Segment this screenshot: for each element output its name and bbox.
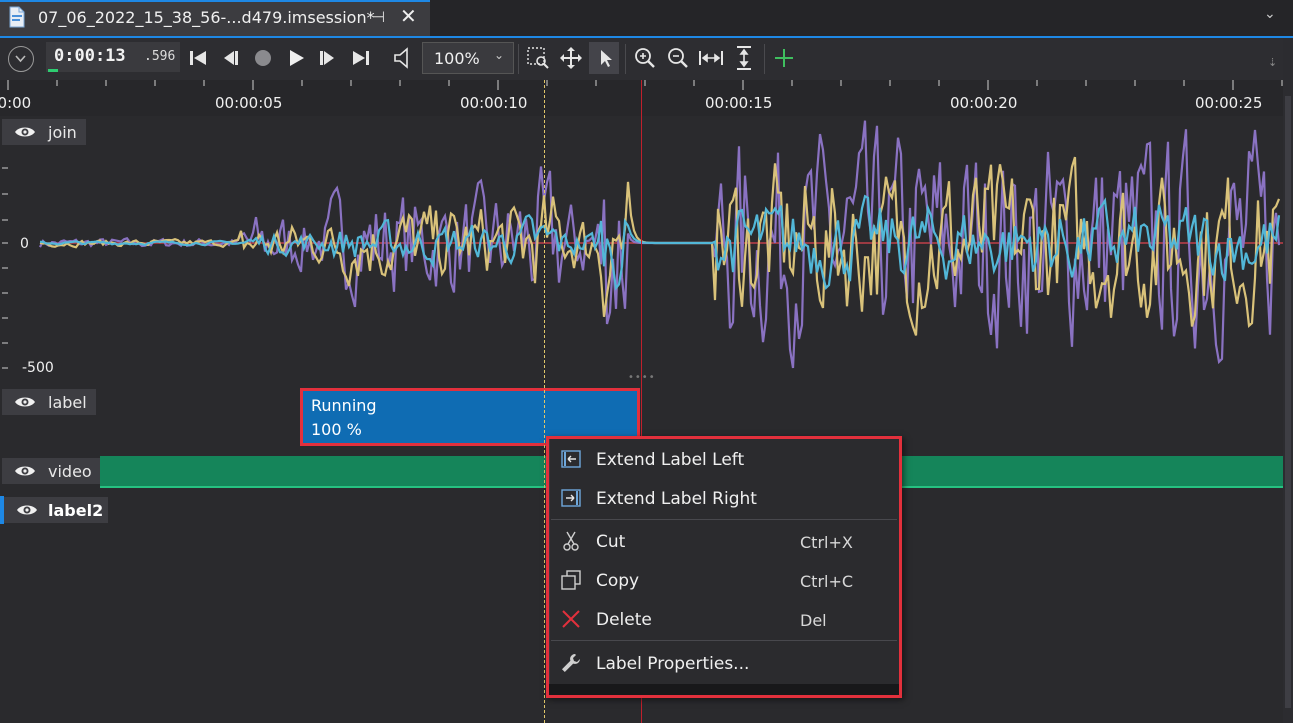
tab-title: 07_06_2022_15_38_56-...d479.imsession* — [38, 8, 375, 27]
extend-left-icon — [561, 450, 581, 468]
toolbar-separator — [518, 44, 519, 74]
extend-right-icon — [561, 489, 581, 507]
zoom-in-icon[interactable] — [631, 44, 659, 72]
scissors-icon — [563, 531, 579, 551]
step-back-icon[interactable] — [216, 44, 244, 72]
eye-icon[interactable] — [14, 124, 36, 140]
play-icon[interactable] — [282, 44, 310, 72]
track-name-label2: label2 — [48, 501, 104, 520]
zoom-out-icon[interactable] — [664, 44, 692, 72]
menu-item-extend-label-left[interactable]: Extend Label Left — [596, 450, 744, 470]
track-name-join: join — [48, 123, 77, 142]
copy-icon — [561, 570, 581, 590]
file-icon — [9, 6, 25, 28]
zoom-value: 100% — [434, 49, 480, 68]
signal-series-yellow — [39, 156, 1281, 336]
collapse-icon[interactable] — [8, 46, 34, 72]
ruler-tick-label: 00:00:25 — [1195, 94, 1263, 112]
ruler-tick-label: 00:00 — [0, 94, 32, 112]
step-forward-icon[interactable] — [314, 44, 342, 72]
menu-item-copy[interactable]: Copy — [596, 571, 639, 591]
time-main: 0:00:13 — [54, 46, 126, 66]
menu-separator — [551, 640, 897, 641]
context-menu-footer — [549, 684, 899, 695]
menu-item-label-properties[interactable]: Label Properties... — [596, 654, 749, 674]
volume-icon[interactable] — [389, 44, 417, 72]
menu-item-delete[interactable]: Delete — [596, 610, 652, 630]
skip-start-icon[interactable] — [184, 44, 212, 72]
fit-width-icon[interactable] — [697, 44, 725, 72]
record-icon[interactable] — [249, 44, 277, 72]
pointer-icon[interactable] — [591, 44, 619, 72]
eye-icon[interactable] — [16, 502, 38, 518]
time-milliseconds: .596 — [144, 49, 176, 64]
label-segment-confidence: 100 % — [311, 420, 362, 439]
toolbar-separator — [625, 44, 626, 74]
menu-item-extend-label-right[interactable]: Extend Label Right — [596, 489, 757, 509]
y-axis-zero-label: 0 — [20, 236, 29, 252]
menu-separator — [551, 519, 897, 520]
shortcut-delete: Del — [800, 611, 827, 630]
playback-cursor[interactable] — [544, 80, 545, 723]
chevron-down-icon: ⌄ — [494, 48, 505, 62]
add-icon[interactable] — [770, 44, 798, 72]
pin-icon[interactable]: ⊣ — [372, 8, 385, 26]
track-name-label: label — [48, 393, 87, 412]
zoom-select-region-icon[interactable] — [524, 44, 552, 72]
label-segment-name: Running — [311, 396, 377, 415]
scrollbar-thumb[interactable] — [1285, 96, 1291, 708]
playback-progress — [48, 69, 58, 72]
track-name-video: video — [48, 462, 92, 481]
delete-icon — [562, 610, 580, 628]
shortcut-copy: Ctrl+C — [800, 572, 854, 591]
eye-icon[interactable] — [14, 394, 36, 410]
wrench-icon — [562, 654, 580, 672]
y-axis-min-label: -500 — [22, 360, 54, 376]
toolbar-overflow-icon[interactable]: ⇣ — [1268, 56, 1277, 69]
menu-item-cut[interactable]: Cut — [596, 532, 625, 552]
ruler-tick-label: 00:00:10 — [460, 94, 528, 112]
skip-end-icon[interactable] — [347, 44, 375, 72]
move-icon[interactable] — [557, 44, 585, 72]
tab-list-chevron-icon[interactable]: ⌄ — [1264, 6, 1276, 22]
eye-icon[interactable] — [14, 463, 36, 479]
context-menu-gutter — [549, 439, 550, 695]
fit-height-icon[interactable] — [730, 44, 758, 72]
close-icon[interactable]: ✕ — [400, 4, 417, 28]
ruler-tick-label: 00:00:15 — [705, 94, 773, 112]
ruler-tick-label: 00:00:20 — [950, 94, 1018, 112]
toolbar-separator — [764, 44, 765, 74]
ruler-tick-label: 00:00:05 — [215, 94, 283, 112]
shortcut-cut: Ctrl+X — [800, 533, 853, 552]
